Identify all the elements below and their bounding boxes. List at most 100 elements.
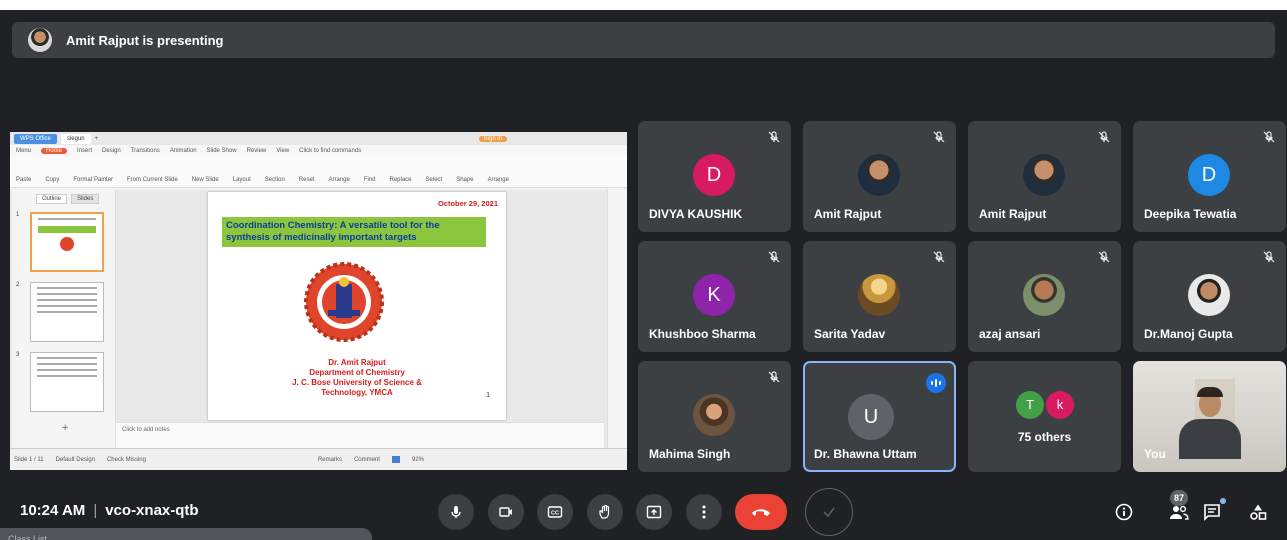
participant-tile[interactable]: D Deepika Tewatia: [1133, 121, 1286, 232]
participant-name: Dr. Bhawna Uttam: [814, 447, 917, 461]
self-label: You: [1144, 447, 1166, 461]
mic-off-icon: [1098, 131, 1110, 143]
meeting-code: vco-xnax-qtb: [105, 502, 199, 519]
slide-presenter: Dr. Amit Rajput: [328, 358, 386, 367]
slide-number: 1: [16, 212, 20, 218]
slide-thumbnail: [30, 212, 104, 272]
raise-hand-button[interactable]: [587, 494, 623, 530]
ribbon-item: Layout: [232, 177, 251, 183]
slides-tab: Slides: [71, 194, 100, 204]
participant-tile[interactable]: Dr.Manoj Gupta: [1133, 241, 1286, 352]
present-button[interactable]: [636, 494, 672, 530]
shared-screen[interactable]: WPS Office slegun + Sign in Menu Home In…: [10, 132, 627, 470]
people-icon: [1170, 505, 1189, 520]
wps-ribbon: Paste Copy Format Painter From Current S…: [10, 156, 627, 188]
wps-menu-item: View: [276, 147, 290, 154]
participant-tile[interactable]: Mahima Singh: [638, 361, 791, 472]
ribbon-item: Paste: [16, 177, 32, 183]
participant-tile-speaking[interactable]: U Dr. Bhawna Uttam: [803, 361, 956, 472]
mic-button[interactable]: [438, 494, 474, 530]
ribbon-item: Format Painter: [73, 177, 114, 183]
mic-off-icon: [1098, 251, 1110, 263]
meet-window: Amit Rajput is presenting WPS Office sle…: [0, 10, 1287, 540]
wps-menu-item: Review: [246, 147, 267, 154]
ribbon-item: Copy: [45, 177, 60, 183]
ribbon-item: New Slide: [191, 177, 219, 183]
self-view-tile[interactable]: You: [1133, 361, 1286, 472]
avatar: K: [693, 274, 735, 316]
people-button[interactable]: [1165, 498, 1193, 526]
wps-tab-bar: WPS Office slegun + Sign in: [10, 132, 627, 145]
camera-icon: [499, 507, 512, 517]
ribbon-item: Arrange: [487, 177, 509, 183]
ribbon-item: Section: [264, 177, 285, 183]
captions-icon: CC: [547, 506, 563, 518]
participant-tile[interactable]: D DIVYA KAUSHIK: [638, 121, 791, 232]
participant-tile[interactable]: azaj ansari: [968, 241, 1121, 352]
avatar: [858, 154, 900, 196]
participant-name: Deepika Tewatia: [1144, 207, 1237, 221]
wps-status-bar: Slide 1 / 11 Default Design Check Missin…: [10, 448, 627, 470]
wps-menu-item: Design: [102, 147, 121, 154]
wps-menu-item: Slide Show: [206, 147, 237, 154]
mic-off-icon: [933, 131, 945, 143]
participant-name: Khushboo Sharma: [649, 327, 756, 341]
more-options-button[interactable]: [686, 494, 722, 530]
mic-off-icon: [1263, 251, 1275, 263]
ribbon-item: Shape: [456, 177, 474, 183]
participant-tile[interactable]: K Khushboo Sharma: [638, 241, 791, 352]
wps-app-tab: WPS Office: [14, 133, 57, 144]
mic-off-icon: [768, 131, 780, 143]
wps-menu-bar: Menu Home Insert Design Transitions Anim…: [10, 145, 627, 156]
wps-menu-item: Insert: [77, 147, 93, 154]
more-vert-icon: [702, 505, 706, 519]
status-zoom: 92%: [411, 456, 424, 463]
avatar: [1188, 274, 1230, 316]
self-body: [1179, 419, 1241, 459]
ribbon-item: Select: [425, 177, 443, 183]
meeting-time: 10:24 AM: [20, 502, 86, 519]
captions-button[interactable]: CC: [537, 494, 573, 530]
camera-button[interactable]: [488, 494, 524, 530]
wps-menu-item: Animation: [169, 147, 197, 154]
avatar: D: [1188, 154, 1230, 196]
taskbar-strip: Class List: [0, 528, 372, 540]
participant-tile[interactable]: Amit Rajput: [803, 121, 956, 232]
avatar: U: [848, 394, 894, 440]
participant-name: Dr.Manoj Gupta: [1144, 327, 1233, 341]
avatar: k: [1046, 391, 1074, 419]
wps-sign-in: Sign in: [478, 135, 507, 142]
slide-department: Department of Chemistry: [309, 368, 405, 377]
activities-icon: [1250, 504, 1267, 520]
end-call-button[interactable]: [735, 494, 787, 530]
presenter-avatar: [28, 28, 52, 52]
avatar: [693, 394, 735, 436]
slide-thumbnail: [30, 282, 104, 342]
presenting-text: Amit Rajput is presenting: [66, 32, 224, 48]
others-tile[interactable]: T k 75 others: [968, 361, 1121, 472]
status-comment: Comment: [353, 456, 380, 463]
mic-off-icon: [933, 251, 945, 263]
participant-name: azaj ansari: [979, 327, 1041, 341]
participant-tile[interactable]: Sarita Yadav: [803, 241, 956, 352]
participant-tile[interactable]: Amit Rajput: [968, 121, 1121, 232]
meeting-details-button[interactable]: [1110, 498, 1138, 526]
avatar: [858, 274, 900, 316]
university-logo: [304, 262, 384, 342]
ribbon-item: Replace: [389, 177, 412, 183]
wps-menu-item: Click to find commands: [299, 147, 362, 154]
avatar: T: [1016, 391, 1044, 419]
slide-university-line1: J. C. Bose University of Science &: [292, 378, 422, 387]
activities-button[interactable]: [1244, 498, 1272, 526]
present-screen-icon: [646, 505, 662, 519]
check-icon: [823, 507, 835, 518]
wps-menu-item: Home: [41, 147, 68, 154]
slide-date: October 29, 2021: [437, 199, 498, 208]
slide-number: 2: [16, 282, 20, 288]
status-remarks: Remarks: [317, 456, 342, 463]
participant-name: DIVYA KAUSHIK: [649, 207, 743, 221]
overlay-check-button[interactable]: [805, 488, 853, 536]
right-tool-strip: [607, 190, 627, 448]
self-hair: [1197, 387, 1223, 397]
slide-university-line2: Technology, YMCA: [321, 388, 393, 397]
